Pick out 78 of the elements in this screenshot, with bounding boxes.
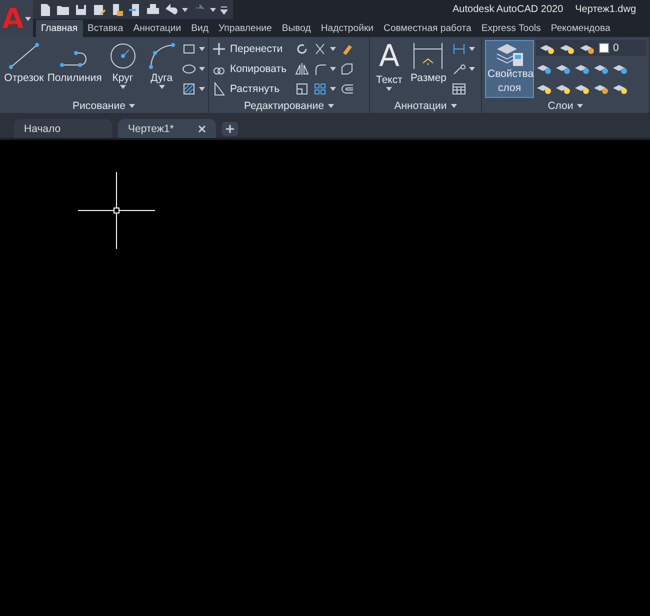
offset-icon[interactable] [340,82,354,96]
layer-dropdown[interactable]: 0 [536,40,646,56]
caret-icon[interactable] [182,8,188,12]
draw-tool-button[interactable]: Отрезок [3,40,45,98]
modify-command-button[interactable]: Растянуть [212,80,287,97]
caret-icon[interactable] [386,87,392,91]
dimension-icon [411,41,446,71]
array-icon[interactable] [312,82,327,96]
dimension-tool-button[interactable]: Размер [407,40,450,98]
modify-command-button[interactable]: Копировать [212,60,287,77]
text-tool-icon: A [378,41,400,73]
stretch-icon [212,82,226,96]
ribbon-tab[interactable]: Вид [186,20,214,37]
panel-title: Аннотации [394,100,447,112]
caret-icon[interactable] [577,104,584,108]
panel-title: Слои [548,100,574,112]
print-icon[interactable] [146,2,160,16]
ellipse-icon[interactable] [182,62,196,76]
draw-tool-button[interactable]: Полилиния [46,40,102,98]
ribbon-tab[interactable]: Вставка [82,20,128,37]
ribbon-tab[interactable]: Надстройки [316,20,379,37]
caret-icon[interactable] [330,86,336,90]
table-icon[interactable] [452,82,466,96]
new-file-icon[interactable] [38,2,52,16]
undo-icon[interactable] [164,2,178,16]
layer-properties-icon [494,41,524,67]
draw-tool-button[interactable]: Круг [104,40,142,98]
fillet-icon[interactable] [312,62,327,76]
plus-icon [226,125,234,133]
close-icon[interactable] [198,124,206,132]
ribbon-tab[interactable]: Вывод [276,20,316,37]
document-tab[interactable]: Чертеж1* [118,119,216,138]
new-tab-button[interactable] [222,122,238,136]
hatch-icon[interactable] [182,82,196,96]
document-tab[interactable]: Начало [14,119,112,138]
rotate-icon[interactable] [294,42,309,56]
caret-icon[interactable] [199,86,206,90]
leader-icon[interactable] [452,62,466,76]
modify-command-button[interactable]: Перенести [212,40,287,57]
caret-icon[interactable] [129,104,136,108]
caret-icon[interactable] [210,8,216,12]
customize-toolbar-icon[interactable] [220,4,228,14]
save-as-icon[interactable] [92,2,106,16]
mirror-icon[interactable] [294,62,309,76]
save-icon[interactable] [74,2,88,16]
caret-icon[interactable] [450,104,457,108]
ribbon-tab[interactable]: Рекомендова [546,20,616,37]
layer-properties-button[interactable]: Свойства слоя [485,40,534,98]
scale-icon[interactable] [294,82,309,96]
application-title: Autodesk AutoCAD 2020 [452,4,564,15]
caret-icon[interactable] [199,46,206,50]
caret-icon[interactable] [468,66,475,70]
ribbon-tab[interactable]: Совместная работа [378,20,476,37]
caret-icon[interactable] [468,46,475,50]
line-icon [6,41,41,71]
draw-tool-button[interactable]: Дуга [143,40,180,98]
caret-icon[interactable] [120,85,126,89]
rectangle-icon[interactable] [182,42,196,56]
linear-dimension-icon[interactable] [452,42,466,56]
ribbon-tab[interactable]: Управление [214,20,277,37]
ribbon-tab[interactable]: Главная [36,20,83,37]
ribbon-tab[interactable]: Аннотации [128,20,186,37]
caret-icon[interactable] [330,66,336,70]
caret-icon[interactable] [328,104,334,108]
trim-icon[interactable] [312,42,327,56]
panel-title: Рисование [72,100,126,112]
move-icon [212,42,226,56]
color-swatch-icon [599,43,609,53]
ribbon-tab[interactable]: Express Tools [476,20,546,37]
crosshair-cursor-icon [78,172,155,249]
box-icon[interactable] [340,62,354,76]
caret-icon[interactable] [199,66,206,70]
panel-title: Редактирование [244,100,324,112]
caret-icon[interactable] [24,16,31,20]
caret-icon[interactable] [330,46,336,50]
caret-icon[interactable] [158,85,165,89]
file-title: Чертеж1.dwg [575,4,636,15]
text-tool-button[interactable]: A Текст [373,40,406,98]
